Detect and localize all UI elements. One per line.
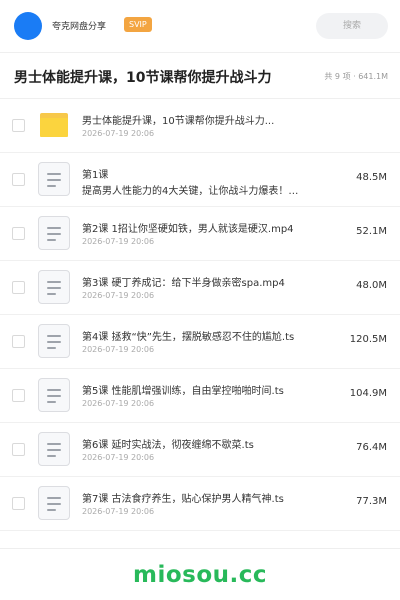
svip-badge: SVIP: [124, 17, 152, 32]
row-checkbox[interactable]: [12, 119, 25, 132]
file-name: 第3课 硬丁养成记：给下半身做亲密spa.mp4: [82, 278, 285, 289]
file-name: 第6课 延时实战法，彻夜缠绵不歇菜.ts: [82, 440, 254, 451]
list-item[interactable]: 第7课 古法食疗养生，贴心保护男人精气神.ts 2026-07-19 20:06…: [0, 477, 400, 531]
file-size: 48.5M: [356, 172, 387, 183]
row-checkbox[interactable]: [12, 443, 25, 456]
file-name: 第7课 古法食疗养生，贴心保护男人精气神.ts: [82, 494, 284, 505]
file-name: 第1课: [82, 170, 109, 181]
list-item[interactable]: 第1课 提高男人性能力的4大关键，让你战斗力爆表！… 48.5M: [0, 153, 400, 207]
file-name: 第4课 拯救“快”先生，摆脱敏感忍不住的尴尬.ts: [82, 332, 295, 343]
file-size: 104.9M: [349, 388, 387, 399]
list-item[interactable]: 第3课 硬丁养成记：给下半身做亲密spa.mp4 2026-07-19 20:0…: [0, 261, 400, 315]
file-icon: [38, 432, 70, 466]
list-item[interactable]: 第2课 1招让你坚硬如铁，男人就该是硬汉.mp4 2026-07-19 20:0…: [0, 207, 400, 261]
file-icon: [38, 270, 70, 304]
file-size: 76.4M: [356, 442, 387, 453]
row-checkbox[interactable]: [12, 281, 25, 294]
list-item[interactable]: 第5课 性能肌增强训练，自由掌控啪啪时间.ts 2026-07-19 20:06…: [0, 369, 400, 423]
file-icon: [38, 378, 70, 412]
file-size: 77.3M: [356, 496, 387, 507]
header-bar: 夸克网盘分享 SVIP 搜索: [0, 0, 400, 52]
file-date: 2026-07-19 20:06: [82, 453, 155, 462]
search-input[interactable]: 搜索: [316, 13, 388, 39]
file-size: 52.1M: [356, 226, 387, 237]
footer-divider: [0, 548, 400, 549]
list-item[interactable]: 第4课 拯救“快”先生，摆脱敏感忍不住的尴尬.ts 2026-07-19 20:…: [0, 315, 400, 369]
row-checkbox[interactable]: [12, 335, 25, 348]
avatar[interactable]: [14, 12, 42, 40]
file-date: 2026-07-19 20:06: [82, 507, 155, 516]
file-icon: [38, 324, 70, 358]
file-size: 48.0M: [356, 280, 387, 291]
row-checkbox[interactable]: [12, 227, 25, 240]
item-summary: 共 9 项 · 641.1M: [324, 72, 388, 81]
page-title: 男士体能提升课，10节课帮你提升战斗力: [14, 70, 272, 86]
file-name-continued: 提高男人性能力的4大关键，让你战斗力爆表！…: [82, 186, 299, 197]
file-icon: [38, 162, 70, 196]
share-name: 夸克网盘分享: [52, 22, 107, 32]
row-checkbox[interactable]: [12, 173, 25, 186]
file-name: 第2课 1招让你坚硬如铁，男人就该是硬汉.mp4: [82, 224, 294, 235]
row-checkbox[interactable]: [12, 389, 25, 402]
file-size: 120.5M: [349, 334, 387, 345]
file-date: 2026-07-19 20:06: [82, 237, 155, 246]
folder-icon: [40, 113, 68, 137]
title-row: 男士体能提升课，10节课帮你提升战斗力 共 9 项 · 641.1M: [0, 52, 400, 98]
row-checkbox[interactable]: [12, 497, 25, 510]
file-icon: [38, 486, 70, 520]
file-date: 2026-07-19 20:06: [82, 291, 155, 300]
file-icon: [38, 216, 70, 250]
file-name: 男士体能提升课，10节课帮你提升战斗力...: [82, 116, 275, 127]
list-item-folder[interactable]: 男士体能提升课，10节课帮你提升战斗力... 2026-07-19 20:06: [0, 99, 400, 153]
file-name: 第5课 性能肌增强训练，自由掌控啪啪时间.ts: [82, 386, 284, 397]
list-item[interactable]: 第6课 延时实战法，彻夜缠绵不歇菜.ts 2026-07-19 20:06 76…: [0, 423, 400, 477]
file-date: 2026-07-19 20:06: [82, 345, 155, 354]
file-date: 2026-07-19 20:06: [82, 129, 155, 138]
watermark-text: miosou.cc: [132, 562, 268, 588]
file-date: 2026-07-19 20:06: [82, 399, 155, 408]
